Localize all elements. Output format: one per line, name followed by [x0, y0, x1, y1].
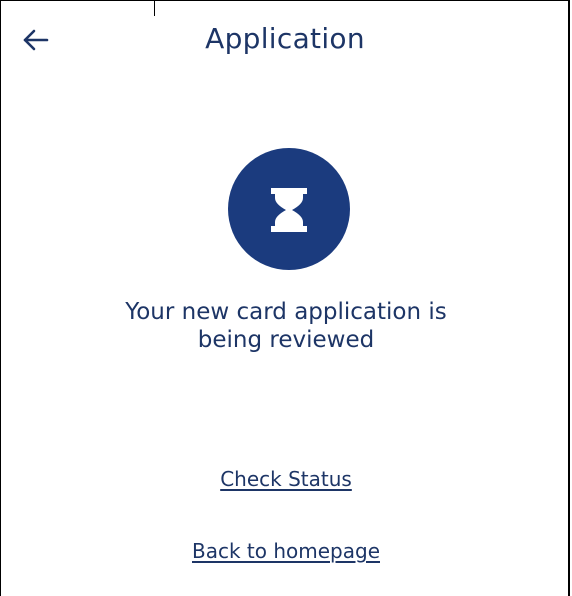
status-indicator [228, 148, 350, 270]
back-to-homepage-link[interactable]: Back to homepage [192, 539, 380, 563]
status-message: Your new card application is being revie… [0, 298, 572, 354]
status-message-line1: Your new card application is [125, 299, 447, 325]
check-status-link-row: Check Status [0, 467, 572, 491]
check-status-link[interactable]: Check Status [220, 467, 352, 491]
status-message-line2: being reviewed [197, 327, 375, 353]
app-header: Application [0, 0, 570, 86]
page-title: Application [205, 22, 365, 55]
back-home-link-row: Back to homepage [0, 539, 572, 563]
hourglass-icon [271, 188, 307, 232]
